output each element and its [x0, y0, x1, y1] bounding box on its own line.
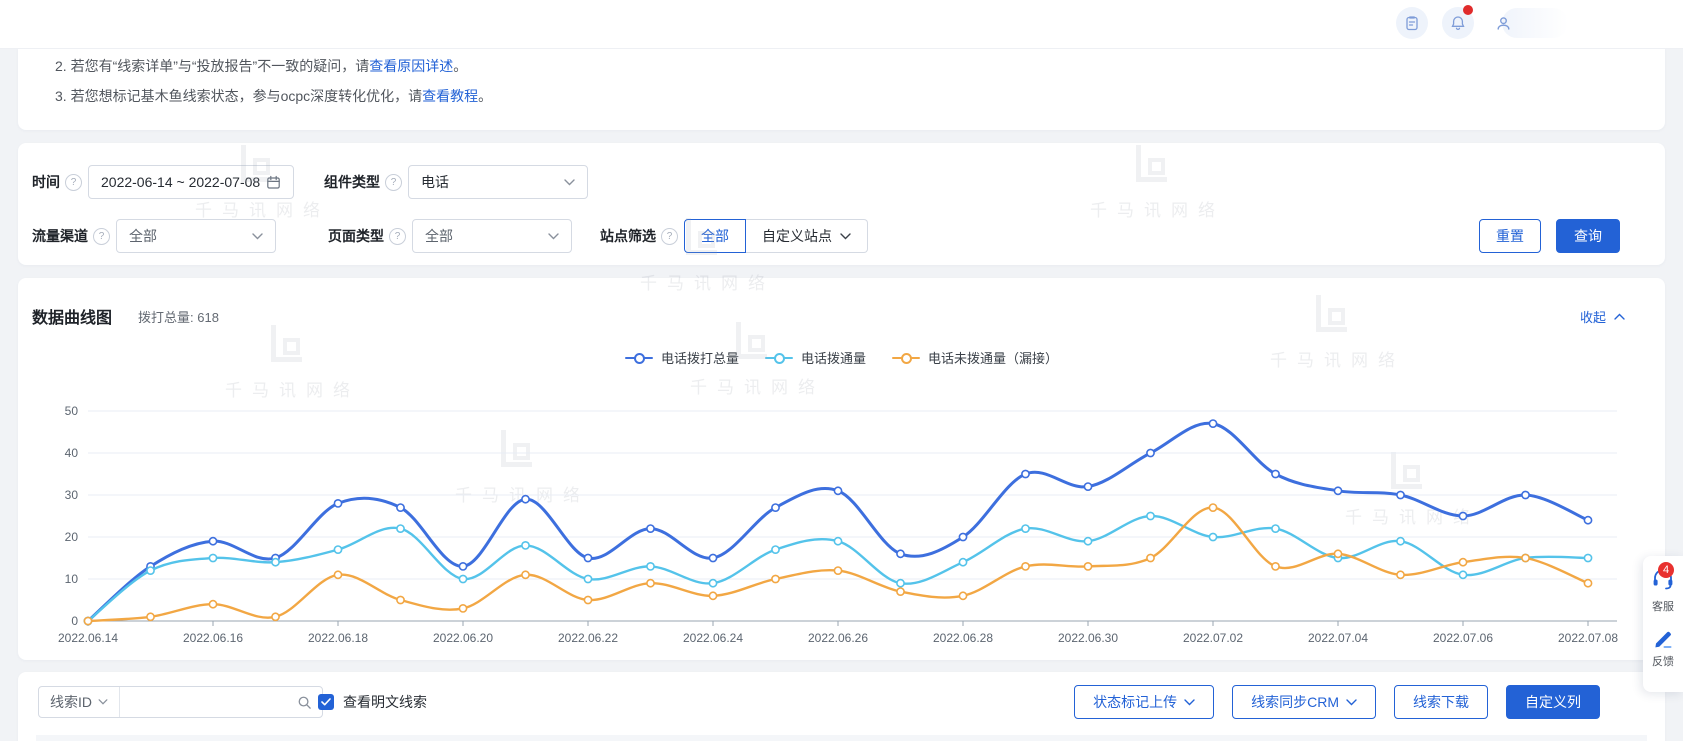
- svg-text:2022.06.18: 2022.06.18: [308, 631, 368, 645]
- notification-dot: [1463, 5, 1473, 15]
- date-range-picker[interactable]: 2022-06-14 ~ 2022-07-08: [88, 165, 294, 199]
- svg-text:2022.06.22: 2022.06.22: [558, 631, 618, 645]
- check-icon: [321, 698, 331, 706]
- chevron-down-icon: [564, 179, 575, 186]
- data-curve-panel: 数据曲线图 拨打总量: 618 收起 电话拨打总量 电话拨通量 电话未拨通量（漏…: [18, 278, 1665, 660]
- legend-item-2[interactable]: 电话未拨通量（漏接）: [892, 348, 1058, 367]
- time-filter-label: 时间: [32, 172, 60, 192]
- chart-legend: 电话拨打总量 电话拨通量 电话未拨通量（漏接）: [18, 348, 1665, 367]
- component-type-label: 组件类型: [324, 172, 380, 192]
- chevron-down-icon: [1346, 699, 1357, 706]
- notice-link-tutorial[interactable]: 查看教程: [422, 88, 478, 104]
- svg-text:20: 20: [65, 530, 79, 544]
- notice-line-3: 3. 若您想标记基木鱼线索状态，参与ocpc深度转化优化，请查看教程。: [55, 81, 1665, 111]
- chevron-down-icon: [548, 233, 559, 240]
- chevron-down-icon: [98, 699, 108, 705]
- chevron-down-icon: [1184, 699, 1195, 706]
- bottom-actions: 状态标记上传 线索同步CRM 线索下载 自定义列: [1074, 685, 1600, 719]
- clue-id-field-select[interactable]: 线索ID: [39, 687, 120, 717]
- svg-text:2022.07.02: 2022.07.02: [1183, 631, 1243, 645]
- site-filter-all-button[interactable]: 全部: [684, 219, 746, 253]
- top-navigation-bar: [0, 0, 1683, 49]
- chevron-down-icon: [252, 233, 263, 240]
- notice-link-reason-detail[interactable]: 查看原因详述: [369, 58, 453, 74]
- traffic-channel-help-icon[interactable]: ?: [93, 228, 110, 245]
- page-type-select[interactable]: 全部: [412, 219, 572, 253]
- line-chart[interactable]: 0 10 20 30 40 50 2022.06.14 2022.06.16 2022.06.1…: [40, 396, 1640, 651]
- svg-text:40: 40: [65, 446, 79, 460]
- checkbox-checked[interactable]: [318, 694, 334, 710]
- plaintext-clue-toggle[interactable]: 查看明文线索: [318, 686, 427, 718]
- query-button[interactable]: 查询: [1556, 219, 1620, 253]
- clipboard-icon[interactable]: [1396, 7, 1428, 39]
- legend-marker: [765, 353, 793, 363]
- svg-text:2022.07.06: 2022.07.06: [1433, 631, 1493, 645]
- customer-service-button[interactable]: 4 客服: [1643, 568, 1683, 614]
- legend-item-1[interactable]: 电话拨通量: [765, 348, 866, 367]
- svg-text:2022.06.16: 2022.06.16: [183, 631, 243, 645]
- page-type-help-icon[interactable]: ?: [389, 228, 406, 245]
- table-header-strip: [36, 735, 1647, 741]
- svg-text:2022.06.14: 2022.06.14: [58, 631, 118, 645]
- legend-marker: [625, 353, 653, 363]
- clue-list-panel: 线索ID 查看明文线索 状态标记上传 线索同步CRM 线索下载 自定义列: [18, 672, 1665, 741]
- user-icon[interactable]: [1487, 7, 1519, 39]
- traffic-channel-select[interactable]: 全部: [116, 219, 276, 253]
- site-filter-label: 站点筛选: [600, 226, 656, 246]
- search-input[interactable]: [130, 693, 297, 711]
- svg-text:2022.06.20: 2022.06.20: [433, 631, 493, 645]
- component-type-select[interactable]: 电话: [408, 165, 588, 199]
- clue-sync-crm-button[interactable]: 线索同步CRM: [1232, 685, 1376, 719]
- site-filter-custom-button[interactable]: 自定义站点: [746, 219, 868, 253]
- svg-text:0: 0: [71, 614, 78, 628]
- svg-text:30: 30: [65, 488, 79, 502]
- feedback-button[interactable]: 反馈: [1643, 628, 1683, 669]
- clue-download-button[interactable]: 线索下载: [1394, 685, 1488, 719]
- search-icon[interactable]: [297, 695, 312, 710]
- svg-text:10: 10: [65, 572, 79, 586]
- time-help-icon[interactable]: ?: [65, 174, 82, 191]
- chart-total-count: 拨打总量: 618: [138, 307, 219, 326]
- service-badge: 4: [1658, 562, 1674, 578]
- chevron-down-icon: [840, 233, 851, 240]
- svg-text:2022.06.30: 2022.06.30: [1058, 631, 1118, 645]
- legend-item-0[interactable]: 电话拨打总量: [625, 348, 739, 367]
- filter-panel: 时间 ? 2022-06-14 ~ 2022-07-08 组件类型 ? 电话 流…: [18, 143, 1665, 265]
- chevron-up-icon: [1614, 313, 1625, 320]
- calendar-icon: [266, 175, 281, 190]
- custom-columns-button[interactable]: 自定义列: [1506, 685, 1600, 719]
- svg-text:2022.07.08: 2022.07.08: [1558, 631, 1618, 645]
- search-combo: 线索ID: [38, 686, 323, 718]
- site-filter-help-icon[interactable]: ?: [661, 228, 678, 245]
- floating-helper-bar: 4 客服 反馈: [1643, 556, 1683, 692]
- chart-title: 数据曲线图: [32, 304, 112, 328]
- collapse-toggle[interactable]: 收起: [1580, 307, 1625, 326]
- reset-button[interactable]: 重置: [1479, 219, 1541, 253]
- notice-panel: 2. 若您有“线索详单”与“投放报告”不一致的疑问，请查看原因详述。 3. 若您…: [18, 48, 1665, 130]
- status-mark-upload-button[interactable]: 状态标记上传: [1074, 685, 1214, 719]
- notice-line-2: 2. 若您有“线索详单”与“投放报告”不一致的疑问，请查看原因详述。: [55, 51, 1665, 81]
- svg-text:2022.06.28: 2022.06.28: [933, 631, 993, 645]
- svg-text:2022.07.04: 2022.07.04: [1308, 631, 1368, 645]
- site-filter-group: 全部 自定义站点: [684, 219, 868, 253]
- svg-text:2022.06.26: 2022.06.26: [808, 631, 868, 645]
- svg-text:2022.06.24: 2022.06.24: [683, 631, 743, 645]
- legend-marker: [892, 353, 920, 363]
- page-type-label: 页面类型: [328, 226, 384, 246]
- svg-text:50: 50: [65, 404, 79, 418]
- pencil-icon: [1652, 628, 1674, 650]
- traffic-channel-label: 流量渠道: [32, 226, 88, 246]
- component-type-help-icon[interactable]: ?: [385, 174, 402, 191]
